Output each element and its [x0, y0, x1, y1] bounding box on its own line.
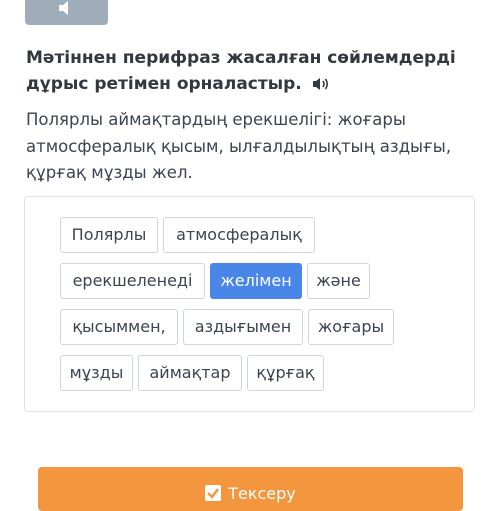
check-button[interactable]: Тексеру	[38, 467, 463, 511]
check-button-label: Тексеру	[228, 484, 296, 503]
word-chip[interactable]: желімен	[210, 263, 302, 299]
word-chip[interactable]: ерекшеленеді	[60, 263, 205, 299]
speaker-icon[interactable]	[312, 74, 330, 100]
source-sentence: Полярлы аймақтардың ерекшелігі: жоғары а…	[26, 110, 452, 182]
word-chip[interactable]: аймақтар	[138, 355, 242, 391]
word-chip[interactable]: және	[307, 263, 370, 299]
word-chip[interactable]: мұзды	[60, 355, 133, 391]
word-bank: Полярлы атмосфералық ерекшеленеді желіме…	[24, 196, 475, 412]
word-chip[interactable]: жоғары	[308, 309, 394, 345]
task-heading-text: Мәтіннен перифраз жасалған сөйлемдерді д…	[26, 48, 456, 94]
word-chip[interactable]: құрғақ	[247, 355, 324, 391]
task-heading: Мәтіннен перифраз жасалған сөйлемдерді д…	[26, 45, 466, 100]
speaker-icon	[58, 0, 76, 20]
play-audio-button[interactable]	[25, 0, 108, 25]
word-chip[interactable]: Полярлы	[60, 217, 158, 253]
word-chip[interactable]: қысыммен,	[60, 309, 178, 345]
checkmark-icon	[205, 485, 222, 501]
word-chip[interactable]: атмосфералық	[163, 217, 315, 253]
word-chip[interactable]: аздығымен	[183, 309, 303, 345]
